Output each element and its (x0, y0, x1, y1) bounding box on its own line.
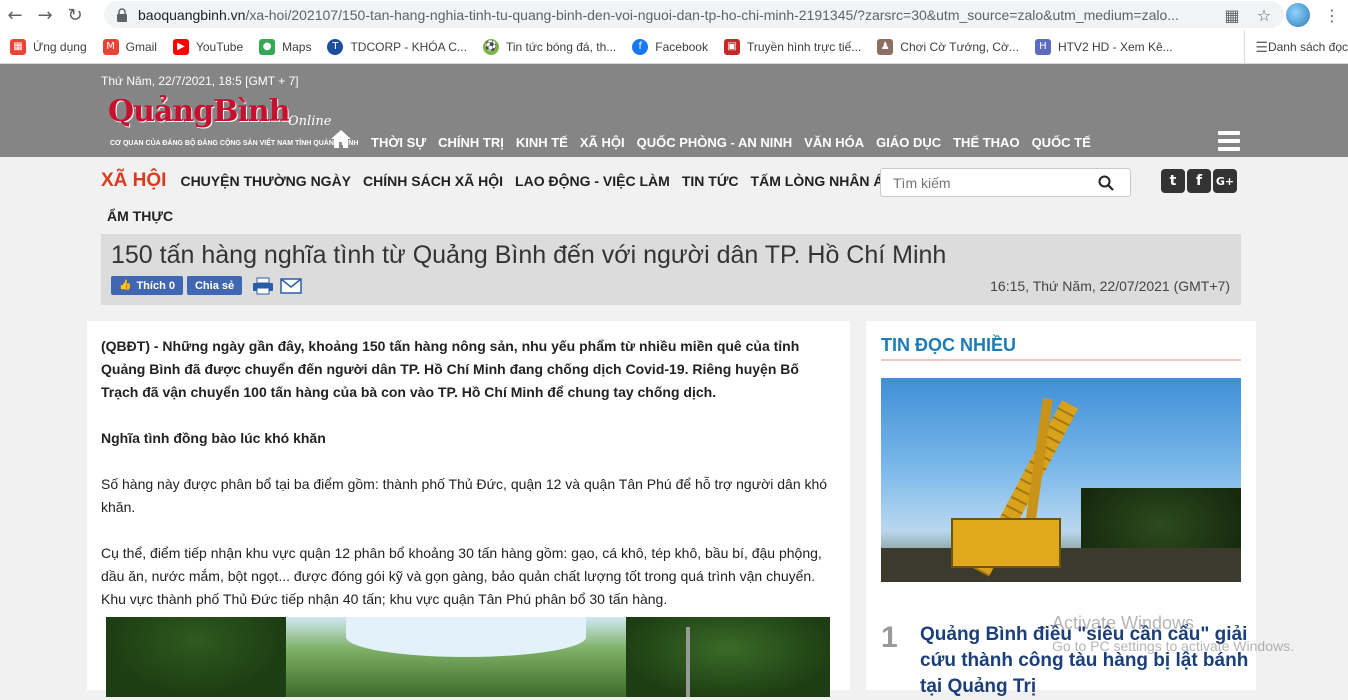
reading-list-icon: ☰ (1255, 38, 1268, 55)
reading-list[interactable]: ☰ Danh sách đọc (1244, 30, 1348, 64)
url-path: /xa-hoi/202107/150-tan-hang-nghia-tinh-t… (245, 6, 1179, 23)
hamburger-menu-icon[interactable] (1218, 131, 1240, 151)
facebook-icon: f (632, 38, 649, 55)
nav-quoc-te[interactable]: QUỐC TẾ (1032, 135, 1091, 150)
kebab-menu-icon[interactable]: ⋮ (1316, 0, 1348, 30)
nav-thoi-su[interactable]: THỜI SỰ (371, 135, 426, 150)
forward-arrow-icon[interactable]: → (30, 0, 60, 30)
profile-avatar[interactable] (1286, 3, 1310, 27)
twitter-icon[interactable]: t (1161, 169, 1185, 193)
article-body: (QBĐT) - Những ngày gần đây, khoảng 150 … (87, 321, 850, 697)
article-subheading: Nghĩa tình đồng bào lúc khó khăn (101, 430, 326, 446)
article-paragraph: Số hàng này được phân bổ tại ba điểm gồm… (101, 476, 828, 515)
reload-icon[interactable]: ↻ (60, 0, 90, 30)
subnav-item[interactable]: LAO ĐỘNG - VIỆC LÀM (515, 173, 670, 189)
maps-pin-icon: ● (259, 38, 276, 55)
url-bar[interactable]: baoquangbinh.vn/xa-hoi/202107/150-tan-ha… (104, 1, 1284, 28)
youtube-icon: ▶ (172, 38, 189, 55)
facebook-share-button[interactable]: Chia sẻ (186, 276, 243, 295)
soccer-icon: ⚽ (482, 38, 499, 55)
bookmark-youtube[interactable]: ▶ YouTube (172, 38, 243, 55)
nav-xa-hoi[interactable]: XÃ HỘI (580, 135, 625, 150)
activate-windows-watermark: Activate Windows (1052, 613, 1195, 633)
logo-subtitle: CƠ QUAN CỦA ĐẢNG BỘ ĐẢNG CỘNG SẢN VIỆT N… (110, 140, 359, 147)
article-title-box: 150 tấn hàng nghĩa tình từ Quảng Bình đế… (101, 234, 1241, 305)
nav-van-hoa[interactable]: VĂN HÓA (804, 135, 864, 150)
lock-icon (117, 7, 127, 22)
browser-toolbar: ← → ↻ baoquangbinh.vn/xa-hoi/202107/150-… (0, 0, 1348, 30)
logo-online-text: Online (288, 114, 332, 129)
site-header: Thứ Năm, 22/7/2021, 18:5 [GMT + 7] Quảng… (0, 64, 1348, 157)
facebook-icon[interactable]: f (1187, 169, 1211, 193)
bookmark-facebook[interactable]: f Facebook (632, 38, 708, 55)
google-plus-icon[interactable]: G+ (1213, 169, 1237, 193)
sidebar-title: TIN ĐỌC NHIỀU (881, 335, 1016, 355)
apps-grid-icon: ▦ (10, 38, 26, 55)
search-icon[interactable] (1098, 175, 1114, 191)
bookmark-soccer[interactable]: ⚽ Tin tức bóng đá, th... (482, 38, 616, 55)
facebook-like-button[interactable]: 👍 Thích 0 (111, 276, 183, 295)
sidebar-divider (881, 359, 1241, 361)
nav-giao-duc[interactable]: GIÁO DỤC (876, 135, 941, 150)
bookmark-maps[interactable]: ● Maps (259, 38, 311, 55)
publish-time: 16:15, Thứ Năm, 22/07/2021 (GMT+7) (990, 278, 1230, 294)
section-title[interactable]: XÃ HỘI (101, 170, 166, 192)
chess-icon: ♟ (877, 38, 894, 55)
logo-main-text: QuảngBình (108, 94, 291, 129)
activate-windows-watermark-sub: Go to PC settings to activate Windows. (1052, 638, 1294, 654)
nav-the-thao[interactable]: THỂ THAO (953, 135, 1019, 150)
back-arrow-icon[interactable]: ← (0, 0, 30, 30)
subnav-item[interactable]: ẨM THỰC (107, 208, 173, 224)
tv-icon: ▣ (723, 38, 740, 55)
nav-quoc-phong[interactable]: QUỐC PHÒNG - AN NINH (637, 135, 793, 150)
subnav-item[interactable]: CHÍNH SÁCH XÃ HỘI (363, 173, 503, 189)
sidebar-featured-photo[interactable] (881, 378, 1241, 582)
article-photo[interactable] (106, 617, 830, 697)
article-paragraph: Cụ thể, điểm tiếp nhận khu vực quận 12 p… (101, 545, 822, 607)
bookmark-htv2[interactable]: H HTV2 HD - Xem Kê... (1034, 38, 1173, 55)
main-nav: THỜI SỰ CHÍNH TRỊ KINH TẾ XÃ HỘI QUỐC PH… (371, 135, 1103, 150)
bookmark-chess[interactable]: ♟ Chơi Cờ Tướng, Cờ... (877, 38, 1019, 55)
print-icon[interactable] (252, 277, 274, 295)
htv-icon: H (1034, 38, 1051, 55)
bookmark-tv[interactable]: ▣ Truyền hình trực tiế... (723, 38, 861, 55)
nav-chinh-tri[interactable]: CHÍNH TRỊ (438, 135, 504, 150)
site-logo[interactable]: QuảngBình Online CƠ QUAN CỦA ĐẢNG BỘ ĐẢN… (108, 94, 358, 156)
star-icon[interactable]: ☆ (1248, 0, 1280, 30)
mail-icon[interactable] (280, 277, 302, 295)
url-host: baoquangbinh.vn (138, 6, 246, 23)
search-input[interactable] (881, 169, 1081, 196)
home-icon[interactable] (330, 128, 352, 150)
rank-number: 1 (881, 621, 898, 654)
thumbs-up-icon: 👍 (119, 280, 132, 291)
article-title: 150 tấn hàng nghĩa tình từ Quảng Bình đế… (111, 241, 947, 269)
bookmark-tdcorp[interactable]: T TDCORP - KHÓA C... (327, 38, 467, 55)
nav-kinh-te[interactable]: KINH TẾ (516, 135, 568, 150)
subnav-item[interactable]: TIN TỨC (682, 173, 739, 189)
header-date: Thứ Năm, 22/7/2021, 18:5 [GMT + 7] (101, 74, 299, 88)
subnav-item[interactable]: TẤM LÒNG NHÂN ÁI (751, 173, 888, 189)
gmail-icon: M (102, 38, 119, 55)
bookmark-gmail[interactable]: M Gmail (102, 38, 157, 55)
article-lead: (QBĐT) - Những ngày gần đây, khoảng 150 … (101, 338, 800, 400)
subnav-item[interactable]: CHUYỆN THƯỜNG NGÀY (180, 173, 351, 189)
share-toolbar: 👍 Thích 0 Chia sẻ (111, 276, 302, 295)
sidebar-most-read: TIN ĐỌC NHIỀU 1 Quảng Bình điều "siêu cầ… (866, 321, 1256, 697)
bookmarks-bar: ▦ Ứng dụng M Gmail ▶ YouTube ● Maps T TDCORP … (0, 30, 1348, 64)
qr-code-icon[interactable]: ▦ (1216, 0, 1248, 30)
search-box (880, 168, 1131, 197)
tdcorp-icon: T (327, 38, 344, 55)
bookmark-apps[interactable]: ▦ Ứng dụng (10, 38, 87, 55)
social-links: t f G+ (1161, 169, 1239, 193)
